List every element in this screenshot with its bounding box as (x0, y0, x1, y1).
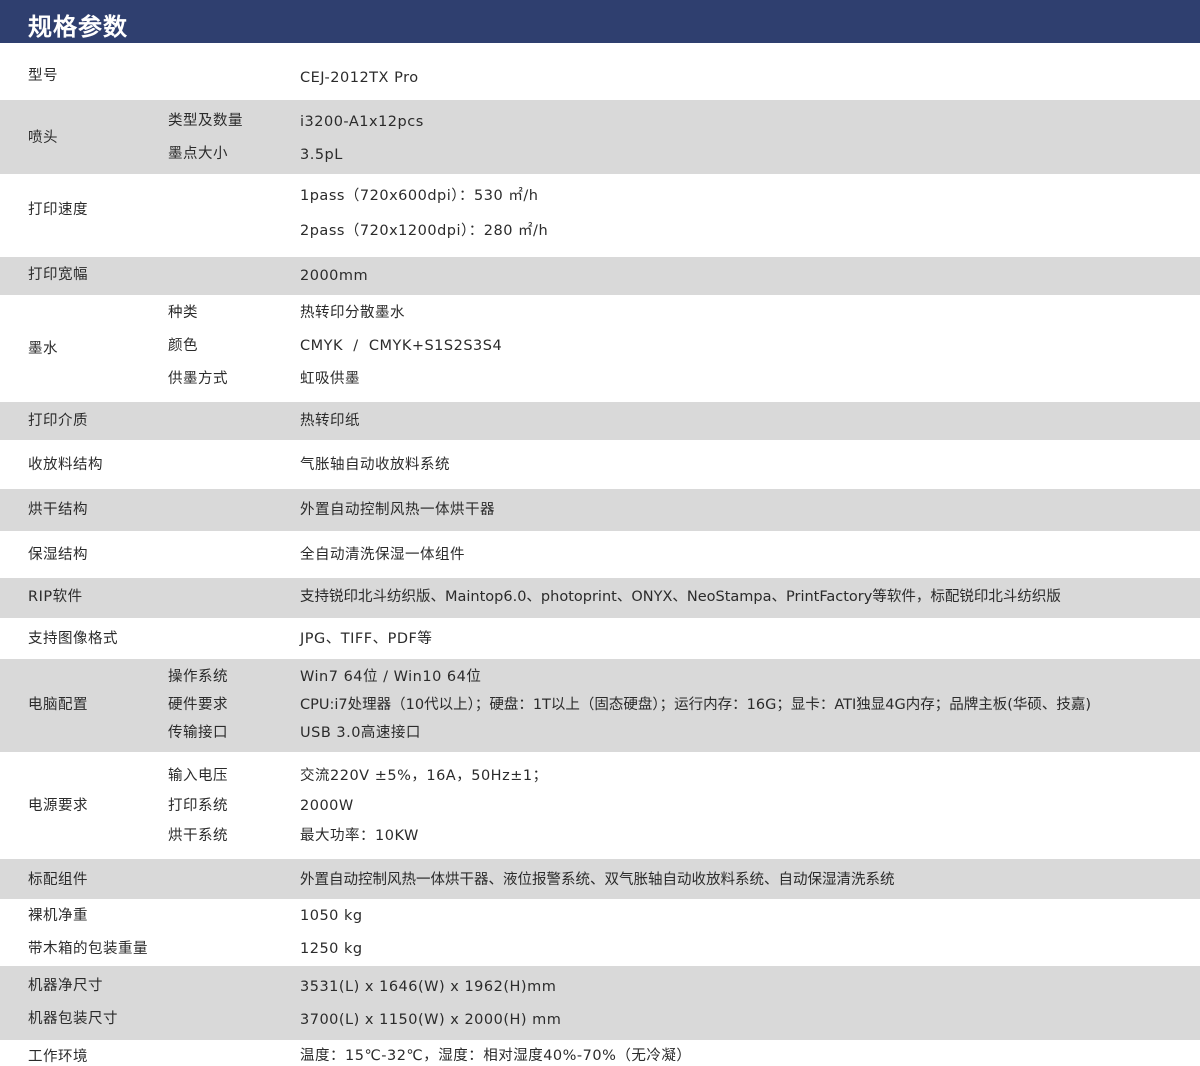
width-value: 2000mm (300, 268, 369, 284)
ink-supply-value: 虹吸供墨 (300, 371, 360, 387)
net-weight-label: 裸机净重 (28, 908, 88, 924)
ink-supply-label: 供墨方式 (168, 371, 228, 387)
computer-hw-value: CPU:i7处理器（10代以上）；硬盘：1T以上（固态硬盘）；运行内存：16G；… (300, 697, 1092, 713)
drying-label: 烘干结构 (28, 502, 88, 518)
moisture-label: 保湿结构 (28, 547, 88, 563)
band-media (0, 402, 1200, 440)
media-value: 热转印纸 (300, 413, 360, 429)
computer-port-label: 传输接口 (168, 725, 228, 741)
printhead-type-label: 类型及数量 (168, 113, 243, 129)
band-size (0, 966, 1200, 1040)
drying-value: 外置自动控制风热一体烘干器 (300, 502, 495, 518)
power-dry-value: 最大功率：10KW (300, 828, 419, 844)
image-format-label: 支持图像格式 (28, 631, 118, 647)
power-label: 电源要求 (28, 798, 88, 814)
moisture-value: 全自动清洗保湿一体组件 (300, 547, 465, 563)
power-input-value: 交流220V ±5%，16A，50Hz±1； (300, 768, 548, 784)
standard-label: 标配组件 (28, 872, 88, 888)
pack-weight-label: 带木箱的包装重量 (28, 941, 148, 957)
computer-port-value: USB 3.0高速接口 (300, 725, 421, 741)
printhead-label: 喷头 (28, 130, 58, 146)
printhead-dot-label: 墨点大小 (168, 146, 228, 162)
printhead-dot-value: 3.5pL (300, 147, 343, 163)
page-title: 规格参数 (28, 13, 128, 41)
pack-size-label: 机器包装尺寸 (28, 1011, 118, 1027)
power-print-label: 打印系统 (168, 798, 228, 814)
power-dry-label: 烘干系统 (168, 828, 228, 844)
model-label: 型号 (28, 68, 58, 84)
model-value: CEJ-2012TX Pro (300, 70, 419, 86)
rip-label: RIP软件 (28, 589, 83, 605)
printhead-type-value: i3200-A1x12pcs (300, 114, 424, 130)
computer-os-value: Win7 64位 / Win10 64位 (300, 669, 482, 685)
power-print-value: 2000W (300, 798, 354, 814)
speed-label: 打印速度 (28, 202, 88, 218)
image-format-value: JPG、TIFF、PDF等 (300, 631, 433, 647)
band-width (0, 257, 1200, 295)
environment-label: 工作环境 (28, 1049, 88, 1065)
rip-value: 支持锐印北斗纺织版、Maintop6.0、photoprint、ONYX、Neo… (300, 589, 1061, 605)
net-size-label: 机器净尺寸 (28, 978, 103, 994)
environment-value: 温度：15℃-32℃，湿度：相对湿度40%-70%（无冷凝） (300, 1048, 692, 1064)
speed-line1: 1pass（720x600dpi）：530 ㎡/h (300, 188, 539, 204)
net-size-value: 3531(L) x 1646(W) x 1962(H)mm (300, 979, 557, 995)
pack-weight-value: 1250 kg (300, 941, 363, 957)
standard-value: 外置自动控制风热一体烘干器、液位报警系统、双气胀轴自动收放料系统、自动保湿清洗系… (300, 872, 895, 888)
media-label: 打印介质 (28, 413, 88, 429)
band-drying (0, 489, 1200, 531)
winding-label: 收放料结构 (28, 457, 103, 473)
ink-kind-label: 种类 (168, 305, 198, 321)
computer-label: 电脑配置 (28, 697, 88, 713)
ink-kind-value: 热转印分散墨水 (300, 305, 405, 321)
power-input-label: 输入电压 (168, 768, 228, 784)
pack-size-value: 3700(L) x 1150(W) x 2000(H) mm (300, 1012, 562, 1028)
net-weight-value: 1050 kg (300, 908, 363, 924)
ink-label: 墨水 (28, 341, 58, 357)
speed-line2: 2pass（720x1200dpi）：280 ㎡/h (300, 223, 549, 239)
computer-hw-label: 硬件要求 (168, 697, 228, 713)
width-label: 打印宽幅 (28, 267, 88, 283)
page-header: 规格参数 (0, 0, 1200, 43)
winding-value: 气胀轴自动收放料系统 (300, 457, 450, 473)
computer-os-label: 操作系统 (168, 669, 228, 685)
ink-color-value: CMYK / CMYK+S1S2S3S4 (300, 338, 503, 354)
ink-color-label: 颜色 (168, 338, 198, 354)
